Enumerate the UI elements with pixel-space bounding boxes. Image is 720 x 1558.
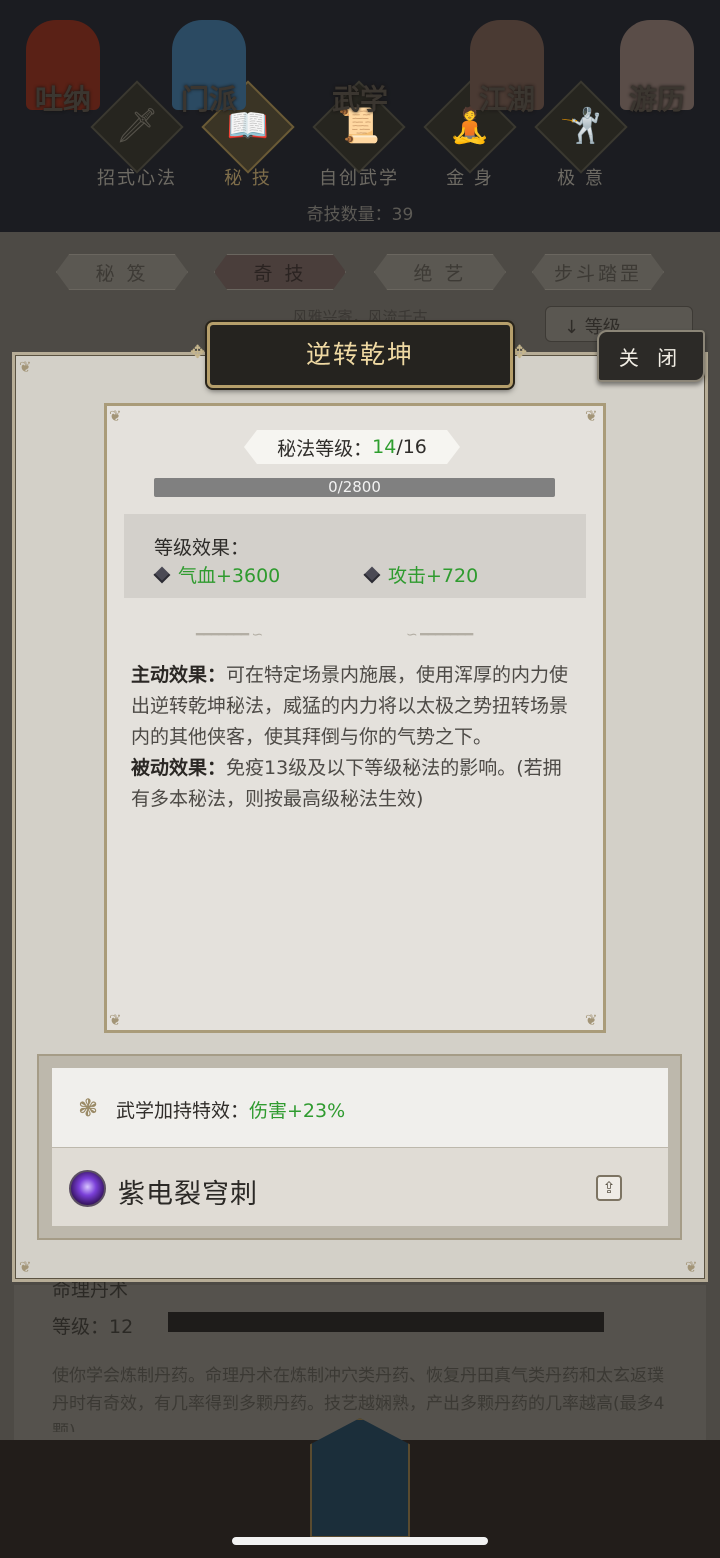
share-icon[interactable]: ⇪: [596, 1175, 622, 1201]
category-label: 极 意: [557, 168, 605, 189]
martial-bonus-value: 伤害+23%: [249, 1100, 346, 1122]
gem-icon: [363, 566, 381, 584]
corner-ornament: ❦: [585, 1011, 598, 1029]
category-label: 招式心法: [97, 168, 177, 189]
tab-miji[interactable]: 秘 笈: [56, 254, 188, 290]
category-label: 金 身: [446, 168, 494, 189]
category-label: 秘 技: [224, 168, 272, 189]
effect-hp: 气血+3600: [153, 561, 280, 588]
modal-title: 逆转乾坤: [305, 340, 414, 369]
corner-ornament: ❦: [19, 1258, 32, 1276]
progress-text: 0/2800: [328, 478, 381, 496]
tab-budou[interactable]: 步斗踏罡: [532, 254, 664, 290]
close-button[interactable]: 关 闭: [597, 330, 705, 382]
plaque-ornament-icon: ✥: [190, 342, 206, 363]
purple-lightning-skill-icon[interactable]: [69, 1170, 106, 1207]
skill-level-badge: 秘法等级： 14/16: [244, 430, 460, 464]
current-level: 14: [372, 436, 397, 458]
modal-title-plaque: 逆转乾坤: [207, 322, 513, 388]
corner-ornament: ❦: [685, 1258, 698, 1276]
nav-youli[interactable]: 游历: [598, 20, 716, 118]
passive-effect-label: 被动效果：: [131, 757, 227, 779]
nav-jianghu[interactable]: 江湖: [448, 20, 566, 118]
martial-bonus-label: 武学加持特效：: [116, 1100, 250, 1122]
skill-count: 奇技数量：39: [306, 205, 414, 225]
tab-jueyi[interactable]: 绝 艺: [374, 254, 506, 290]
skill-description: 主动效果：可在特定场景内施展，使用浑厚的内力使出逆转乾坤秘法，威猛的内力将以太极…: [131, 660, 571, 815]
divider-left: ━━━━━━━ ∽: [196, 627, 263, 643]
divider-right: ∽ ━━━━━━━: [406, 627, 473, 643]
nav-wuxue[interactable]: 武学: [301, 20, 419, 118]
gem-icon: [153, 566, 171, 584]
corner-ornament: ❦: [109, 407, 122, 425]
category-label: 自创武学: [319, 168, 399, 189]
max-level: /16: [396, 436, 427, 458]
plaque-ornament-icon: ✥: [512, 342, 528, 363]
corner-ornament: ❦: [109, 1011, 122, 1029]
level-progress-bar: 0/2800: [154, 478, 555, 497]
nav-menpai[interactable]: 门派: [150, 20, 268, 118]
martial-bonus-text: 武学加持特效：伤害+23%: [116, 1096, 345, 1123]
nav-tuna[interactable]: 吐纳: [4, 20, 122, 118]
effect-attack: 攻击+720: [363, 561, 478, 588]
home-indicator[interactable]: [232, 1537, 488, 1545]
active-effect-label: 主动效果：: [131, 664, 227, 686]
corner-ornament: ❦: [19, 358, 32, 376]
linked-skill-name: 紫电裂穹刺: [118, 1179, 258, 1210]
corner-ornament: ❦: [585, 407, 598, 425]
background-level-label: 等级：12: [52, 1316, 134, 1338]
tab-qiji[interactable]: 奇 技: [214, 254, 346, 290]
background-level-bar: [168, 1312, 604, 1332]
level-effects-title: 等级效果：: [154, 537, 250, 559]
flower-ornament-icon: ❃: [77, 1094, 99, 1122]
